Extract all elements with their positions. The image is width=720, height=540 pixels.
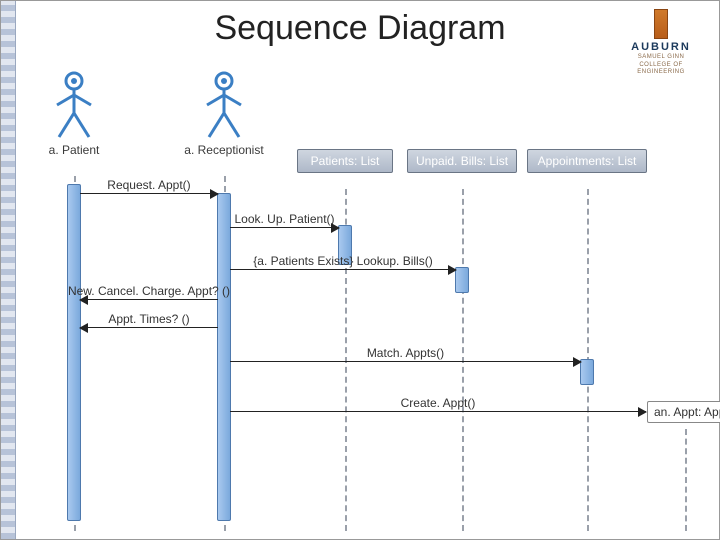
message-match-appts: Match. Appts() [230,361,581,362]
actor-label: a. Patient [29,143,119,157]
message-label: Create. Appt() [230,396,646,410]
lifeline-patient: a. Patient [29,71,119,531]
activation-patient [67,184,81,521]
message-new-cancel-charge: New. Cancel. Charge. Appt? () [80,299,218,300]
logo-subtitle-1: SAMUEL GINN [621,54,701,61]
object-new-appt: an. Appt: Appointment [647,401,720,423]
arrowhead-icon [79,323,88,333]
actor-icon [201,71,247,141]
message-create-appt: Create. Appt() [230,411,646,412]
object-header: Appointments: List [527,149,647,173]
arrowhead-icon [210,189,219,199]
arrowhead-icon [638,407,647,417]
lifeline-appts-list: Appointments: List [527,149,647,531]
message-appt-times: Appt. Times? () [80,327,218,328]
lifeline-dash [685,429,687,531]
lifeline-receptionist: a. Receptionist [179,71,269,531]
lifeline-bills-list: Unpaid. Bills: List [407,149,517,531]
auburn-logo: AUBURN SAMUEL GINN COLLEGE OF ENGINEERIN… [621,9,701,77]
actor-label: a. Receptionist [179,143,269,157]
slide: Sequence Diagram AUBURN SAMUEL GINN COLL… [0,0,720,540]
logo-name: AUBURN [621,41,701,53]
arrowhead-icon [573,357,582,367]
object-header: Patients: List [297,149,393,173]
logo-tower-icon [654,9,668,39]
arrowhead-icon [79,295,88,305]
actor-icon [51,71,97,141]
object-header: Unpaid. Bills: List [407,149,517,173]
message-label: Look. Up. Patient() [230,212,339,226]
activation-bills [455,267,469,293]
message-label: {a. Patients Exists} Lookup. Bills() [230,254,456,268]
arrowhead-icon [448,265,457,275]
arrowhead-icon [331,223,340,233]
page-title: Sequence Diagram [1,9,719,48]
actor-receptionist: a. Receptionist [179,71,269,157]
actor-patient: a. Patient [29,71,119,157]
message-label: Request. Appt() [80,178,218,192]
message-label: Match. Appts() [230,346,581,360]
activation-receptionist [217,193,231,521]
lifeline-dash [462,189,464,531]
slide-sidebar-decoration [1,1,16,539]
lifeline-patients-list: Patients: List [297,149,393,531]
sequence-diagram: a. Patient a. Receptionist [19,71,711,531]
activation-appts [580,359,594,385]
message-request-appt: Request. Appt() [80,193,218,194]
message-label: Appt. Times? () [80,312,218,326]
message-lookup-patient: Look. Up. Patient() [230,227,339,228]
message-lookup-bills: {a. Patients Exists} Lookup. Bills() [230,269,456,270]
